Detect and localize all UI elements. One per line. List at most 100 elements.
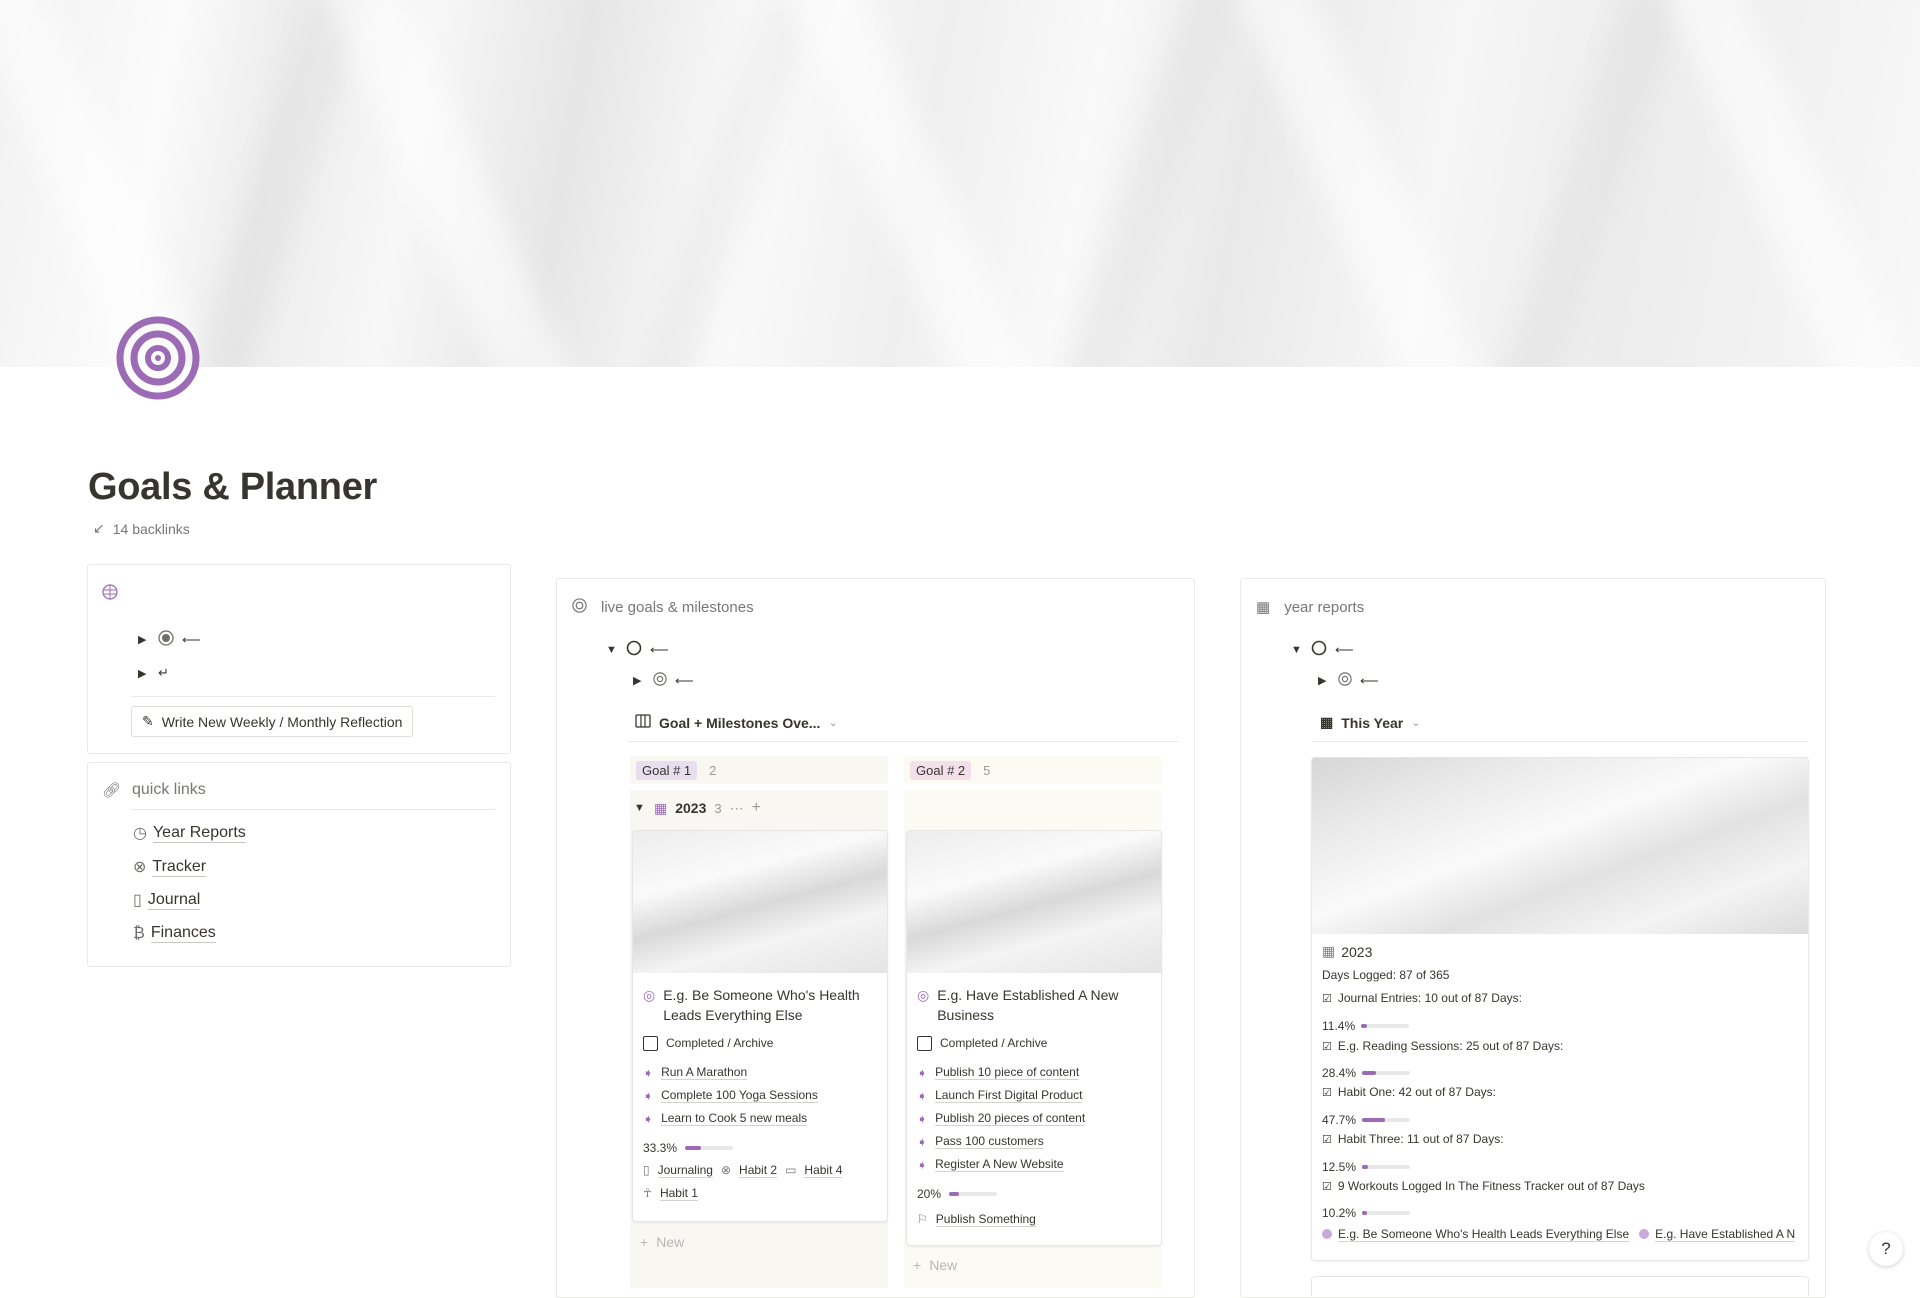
reflection-button-label: Write New Weekly / Monthly Reflection <box>161 713 403 730</box>
toggle-open-icon[interactable]: ▼ <box>634 802 646 814</box>
stat-label: ☑ 9 Workouts Logged In The Fitness Tracke… <box>1322 1179 1645 1193</box>
quick-link-year-reports[interactable]: ◷ Year Reports <box>133 823 246 843</box>
reflection-toggle-1[interactable]: ▶ ⟵ <box>138 630 201 649</box>
year-toggle[interactable]: ▼ ⟵ <box>1291 640 1354 659</box>
stat-label: ☑ Habit One: 42 out of 87 Days: <box>1322 1085 1496 1099</box>
subgroup-2023[interactable]: ▼ ▦ 2023 3 ⋯ + <box>634 799 761 817</box>
milestone-item[interactable]: ➧ Complete 100 Yoga Sessions <box>633 1084 887 1107</box>
new-card-button[interactable]: + New <box>640 1234 684 1250</box>
signpost-icon: ➧ <box>917 1134 928 1149</box>
goals-subtoggle[interactable]: ▶ ⟵ <box>633 672 694 689</box>
megaphone-icon: ⚐ <box>917 1212 928 1226</box>
chevron-down-icon: ⌄ <box>828 717 838 729</box>
divider <box>1312 741 1808 742</box>
target-small-icon: ◎ <box>643 987 656 1003</box>
more-icon[interactable]: ⋯ <box>730 800 744 817</box>
checkbox-icon: ☑ <box>1322 1040 1332 1053</box>
checkbox[interactable] <box>917 1035 932 1051</box>
backlinks-link[interactable]: ↙ 14 backlinks <box>93 520 190 537</box>
signpost-icon: ➧ <box>917 1111 928 1126</box>
x-circle-icon: ⊗ <box>720 1163 732 1177</box>
checkbox[interactable] <box>643 1035 658 1051</box>
toggle-arrow-icon[interactable]: ▶ <box>138 667 150 680</box>
group-goal-2[interactable]: Goal # 2 5 <box>904 756 1162 784</box>
signpost-icon: ➧ <box>917 1088 928 1103</box>
target-small-icon <box>653 672 667 689</box>
divider <box>628 741 1179 742</box>
progress-bar <box>1362 1071 1411 1075</box>
write-reflection-button[interactable]: ✎ Write New Weekly / Monthly Reflection <box>131 706 414 737</box>
board-icon <box>635 714 651 731</box>
milestone-item[interactable]: ➧ Publish 10 piece of content <box>907 1061 1161 1084</box>
quick-link-finances[interactable]: ₿ Finances <box>133 924 216 943</box>
milestone-item[interactable]: ➧ Learn to Cook 5 new meals <box>633 1107 887 1130</box>
progress-bar <box>1361 1024 1410 1028</box>
year-card-cover <box>1312 758 1808 934</box>
new-card-button[interactable]: + New <box>913 1257 957 1273</box>
year-subtoggle[interactable]: ▶ ⟵ <box>1318 672 1379 689</box>
reflection-toggle-2[interactable]: ▶ ↵ <box>138 665 169 681</box>
calendar-icon: ▦ <box>1256 599 1271 616</box>
card-status-row: Completed / Archive <box>633 1033 887 1053</box>
group-goal-1[interactable]: Goal # 1 2 <box>630 756 888 784</box>
goals-toggle[interactable]: ▼ ⟵ <box>606 640 669 659</box>
toggle-open-icon[interactable]: ▼ <box>1291 644 1303 656</box>
book-icon: ▯ <box>643 1163 650 1177</box>
signpost-icon: ➧ <box>643 1088 654 1103</box>
plus-icon[interactable]: + <box>752 799 761 817</box>
plus-icon: + <box>913 1257 922 1273</box>
target-icon[interactable] <box>116 316 200 400</box>
calendar-icon: ▦ <box>1322 943 1336 959</box>
toggle-open-icon[interactable]: ▼ <box>606 644 618 656</box>
quick-link-tracker[interactable]: ⊗ Tracker <box>133 857 207 877</box>
open-book-icon: ▭ <box>785 1163 797 1177</box>
goal-card-1[interactable]: ◎ E.g. Be Someone Who's Health Leads Eve… <box>632 830 888 1222</box>
milestone-item[interactable]: ➧ Run A Marathon <box>633 1061 887 1084</box>
signpost-icon: ➧ <box>917 1065 928 1080</box>
milestone-item[interactable]: ➧ Launch First Digital Product <box>907 1084 1161 1107</box>
circle-icon <box>626 640 642 659</box>
stat-progress: 12.5% <box>1322 1160 1411 1174</box>
milestone-item[interactable]: ➧ Register A New Website <box>907 1153 1161 1176</box>
days-logged: Days Logged: 87 of 365 <box>1322 968 1450 982</box>
target-small-icon <box>572 598 587 617</box>
year-view-selector[interactable]: ▦ This Year ⌄ <box>1320 714 1420 731</box>
signpost-icon: ➧ <box>917 1157 928 1172</box>
stat-progress: 28.4% <box>1322 1066 1411 1080</box>
goals-view-selector[interactable]: Goal + Milestones Ove... ⌄ <box>635 714 838 731</box>
card-title: ◎ E.g. Have Established A New Business <box>917 987 1119 1023</box>
signpost-icon: ➧ <box>643 1111 654 1126</box>
quick-link-journal[interactable]: ▯ Journal <box>133 890 201 910</box>
radio-icon <box>158 630 174 649</box>
brain-icon <box>102 584 118 605</box>
target-small-icon <box>1338 672 1352 689</box>
year-section-heading: ▦ year reports <box>1256 598 1365 617</box>
help-button[interactable]: ? <box>1869 1232 1903 1266</box>
progress-bar <box>949 1192 998 1196</box>
goal-dot-icon <box>1322 1229 1332 1239</box>
year-card-title: ▦ 2023 <box>1322 943 1373 960</box>
goal-card-2[interactable]: ◎ E.g. Have Established A New Business C… <box>906 830 1162 1246</box>
progress-row: 20% <box>907 1184 1161 1204</box>
toggle-marker: ⟵ <box>182 631 201 647</box>
progress-bar <box>1362 1118 1411 1122</box>
page-title[interactable]: Goals & Planner <box>88 466 377 509</box>
stat-label: ☑ E.g. Reading Sessions: 25 out of 87 Day… <box>1322 1039 1564 1053</box>
stat-progress: 47.7% <box>1322 1113 1411 1127</box>
card-title: ◎ E.g. Be Someone Who's Health Leads Eve… <box>643 987 860 1023</box>
milestone-item[interactable]: ➧ Publish 20 pieces of content <box>907 1107 1161 1130</box>
finance-link-icon: ₿ <box>133 924 145 942</box>
toggle-arrow-icon[interactable]: ▶ <box>633 674 645 687</box>
progress-bar <box>1362 1211 1411 1215</box>
stat-progress: 11.4% <box>1322 1019 1410 1033</box>
stat-progress: 10.2% <box>1322 1206 1411 1220</box>
edit-lines-icon: ✎ <box>142 713 154 729</box>
milestone-item[interactable]: ➧ Pass 100 customers <box>907 1130 1161 1153</box>
card-status-row: Completed / Archive <box>907 1033 1161 1053</box>
toggle-arrow-icon[interactable]: ▶ <box>1318 674 1330 687</box>
toggle-arrow-icon[interactable]: ▶ <box>138 633 150 646</box>
circle-icon <box>1311 640 1327 659</box>
person-icon: ☥ <box>643 1186 652 1200</box>
book-link-icon: ▯ <box>133 892 142 909</box>
calendar-icon: ▦ <box>1320 714 1334 730</box>
